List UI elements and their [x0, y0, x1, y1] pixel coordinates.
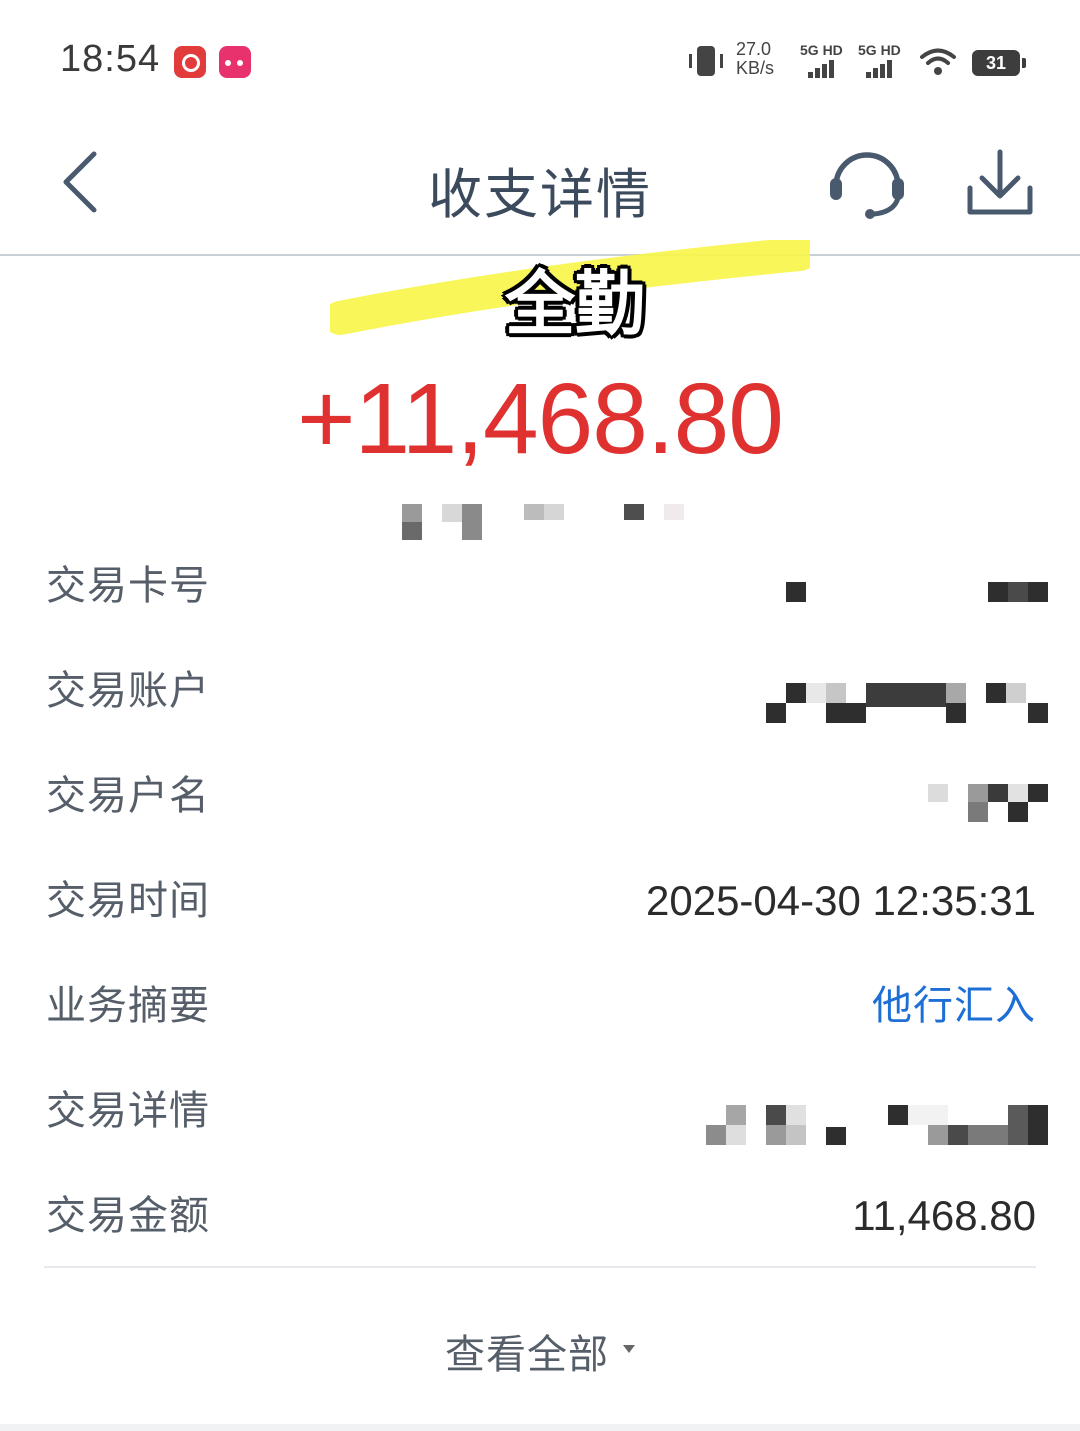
transaction-amount: +11,468.80 — [297, 363, 784, 475]
divider — [44, 1266, 1036, 1268]
row-label: 交易详情 — [46, 1088, 210, 1134]
row-value: 11,468.80 — [852, 1192, 1036, 1239]
redacted-mosaic — [928, 784, 1048, 824]
redacted-mosaic — [786, 582, 1048, 604]
detail-row-account: 交易账户 — [46, 661, 1048, 723]
bottom-divider — [0, 1424, 1080, 1431]
row-value: 2025-04-30 12:35:31 — [646, 877, 1036, 924]
network-speed-value: 27.0 — [736, 39, 772, 59]
detail-row-details: 交易详情 — [46, 1081, 1048, 1145]
detail-row-time: 交易时间 2025-04-30 12:35:31 — [46, 871, 1036, 931]
transaction-detail-screen: 18:54 27.0 KB/s 5G HD 5G HD 31 收支详情 全勤 +… — [0, 0, 1080, 1431]
nav-bar: 收支详情 — [0, 120, 1080, 256]
signal-icon: 5G HD — [858, 42, 908, 82]
row-label: 交易户名 — [46, 773, 210, 819]
detail-row-summary: 业务摘要 他行汇入 — [46, 976, 1036, 1036]
customer-service-button[interactable] — [824, 142, 910, 222]
signal-icon: 5G HD — [800, 42, 850, 82]
detail-row-account-name: 交易户名 — [46, 766, 1048, 826]
caret-down-icon — [623, 1345, 635, 1353]
network-speed: 27.0 KB/s — [736, 40, 788, 78]
network-speed-unit: KB/s — [736, 58, 775, 78]
summary-link[interactable]: 他行汇入 — [872, 976, 1036, 1036]
row-label: 交易账户 — [46, 668, 210, 714]
redacted-mosaic — [766, 683, 1048, 725]
download-icon — [967, 149, 1033, 215]
view-all-button[interactable]: 查看全部 — [0, 1322, 1080, 1380]
vibrate-icon — [689, 46, 723, 76]
redacted-mosaic — [400, 500, 700, 544]
headset-icon — [830, 152, 904, 219]
status-bar: 18:54 27.0 KB/s 5G HD 5G HD 31 — [0, 0, 1080, 120]
detail-row-amount: 交易金额 11,468.80 — [46, 1186, 1036, 1246]
row-label: 业务摘要 — [46, 983, 210, 1029]
detail-row-card-number: 交易卡号 — [46, 556, 1048, 616]
signal-label: 5G HD — [858, 42, 901, 58]
view-all-label: 查看全部 — [445, 1332, 609, 1378]
signal-label: 5G HD — [800, 42, 843, 58]
battery-icon: 31 — [972, 50, 1026, 76]
status-indicators: 27.0 KB/s 5G HD 5G HD 31 — [0, 40, 1026, 84]
row-label: 交易卡号 — [46, 563, 210, 609]
chevron-left-icon — [63, 151, 97, 213]
download-button[interactable] — [960, 142, 1040, 222]
row-label: 交易金额 — [46, 1193, 210, 1239]
redacted-mosaic — [706, 1105, 1048, 1147]
back-button[interactable] — [48, 142, 118, 222]
sticker-text: 全勤 — [505, 263, 645, 345]
wifi-icon — [920, 48, 956, 75]
row-label: 交易时间 — [46, 878, 210, 924]
page-title: 收支详情 — [428, 163, 652, 226]
